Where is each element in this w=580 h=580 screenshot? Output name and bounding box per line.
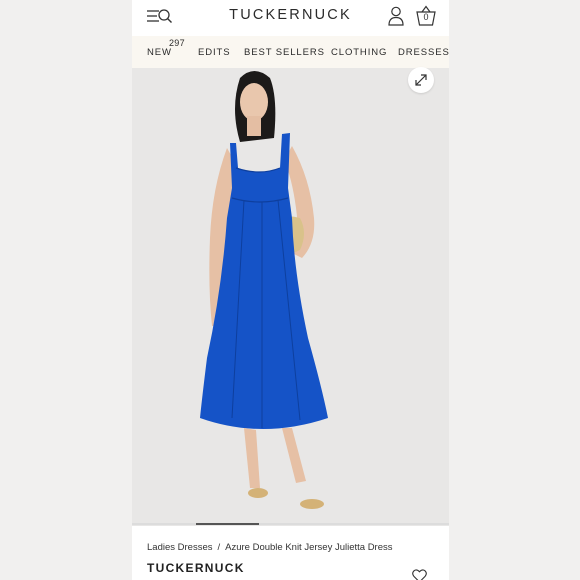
expand-image-button[interactable]	[408, 67, 434, 93]
carousel-indicator	[196, 523, 259, 525]
breadcrumb-separator: /	[217, 542, 221, 553]
expand-icon	[415, 74, 427, 86]
breadcrumb-current: Azure Double Knit Jersey Julietta Dress	[225, 542, 393, 553]
cart-count: 0	[423, 12, 429, 22]
mobile-page: TUCKERNUCK 0 NEW 297 EDITS BEST SELLERS …	[132, 0, 449, 580]
site-header: TUCKERNUCK 0	[132, 0, 449, 36]
breadcrumb-link[interactable]: Ladies Dresses	[147, 542, 212, 553]
product-brand: TUCKERNUCK	[147, 561, 245, 575]
nav-item-new[interactable]: NEW	[147, 47, 172, 58]
nav-item-best-sellers[interactable]: BEST SELLERS	[244, 47, 325, 58]
wishlist-button[interactable]	[412, 569, 427, 580]
new-count-badge: 297	[169, 38, 185, 48]
right-leg-shape	[282, 428, 306, 483]
left-sandal	[248, 488, 268, 498]
breadcrumb: Ladies Dresses / Azure Double Knit Jersey …	[147, 542, 393, 553]
cart-button[interactable]: 0	[415, 4, 437, 28]
model-photo	[200, 71, 328, 509]
account-button[interactable]	[387, 5, 405, 27]
product-image[interactable]	[132, 68, 449, 526]
right-sandal	[300, 499, 324, 509]
nav-item-dresses[interactable]: DRESSES	[398, 47, 449, 58]
category-nav: NEW 297 EDITS BEST SELLERS CLOTHING DRES…	[132, 36, 449, 68]
nav-item-clothing[interactable]: CLOTHING	[331, 47, 387, 58]
heart-icon	[412, 569, 427, 580]
account-icon	[388, 6, 404, 26]
carousel-progress[interactable]	[132, 523, 449, 525]
nav-item-edits[interactable]: EDITS	[198, 47, 230, 58]
left-leg-shape	[244, 428, 260, 488]
face-shape	[240, 83, 268, 121]
neck-shape	[247, 116, 261, 136]
